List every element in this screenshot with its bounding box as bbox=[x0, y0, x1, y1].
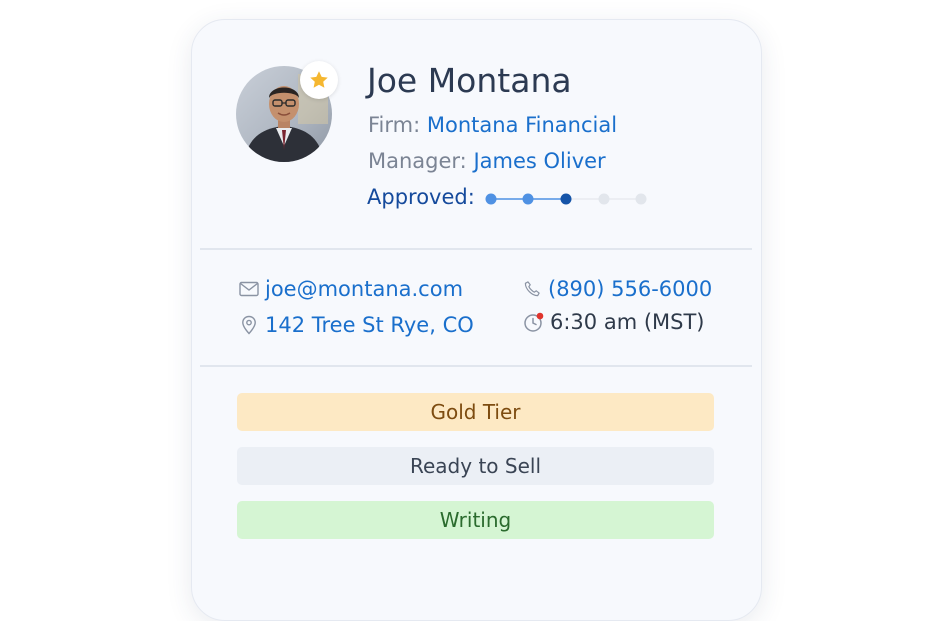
phone-row: (890) 556-6000 bbox=[521, 275, 712, 303]
mail-icon bbox=[238, 278, 260, 300]
progress-step-current bbox=[560, 193, 572, 205]
progress-step-done bbox=[485, 193, 497, 205]
firm-label: Firm: bbox=[368, 113, 421, 137]
agent-name: Joe Montana bbox=[367, 61, 572, 100]
local-time-text: 6:30 am (MST) bbox=[550, 310, 705, 334]
address-link[interactable]: 142 Tree St Rye, CO bbox=[265, 311, 474, 339]
progress-step-pending bbox=[598, 193, 610, 205]
manager-link[interactable]: James Oliver bbox=[473, 149, 605, 173]
phone-link[interactable]: (890) 556-6000 bbox=[548, 275, 712, 303]
firm-row: Firm: Montana Financial bbox=[368, 111, 617, 139]
clock-icon bbox=[523, 311, 545, 333]
address-row: 142 Tree St Rye, CO bbox=[238, 311, 474, 339]
email-link[interactable]: joe@montana.com bbox=[265, 275, 463, 303]
local-time-row: 6:30 am (MST) bbox=[523, 308, 705, 336]
progress-step-pending bbox=[635, 193, 647, 205]
email-row: joe@montana.com bbox=[238, 275, 463, 303]
manager-label: Manager: bbox=[368, 149, 467, 173]
approved-label: Approved: bbox=[367, 185, 475, 209]
avatar-container[interactable] bbox=[236, 61, 338, 162]
agent-profile-card: Joe Montana Firm: Montana Financial Mana… bbox=[191, 19, 762, 621]
star-icon bbox=[310, 71, 328, 88]
location-pin-icon bbox=[238, 314, 260, 336]
phone-icon bbox=[521, 278, 543, 300]
firm-link[interactable]: Montana Financial bbox=[427, 113, 617, 137]
tag-gold-tier: Gold Tier bbox=[237, 393, 714, 431]
section-divider bbox=[200, 248, 752, 250]
manager-row: Manager: James Oliver bbox=[368, 147, 606, 175]
tag-ready-to-sell: Ready to Sell bbox=[237, 447, 714, 485]
section-divider bbox=[200, 365, 752, 367]
approval-progress bbox=[485, 193, 647, 205]
favorite-badge[interactable] bbox=[300, 61, 338, 99]
progress-step-done bbox=[522, 193, 534, 205]
tag-writing: Writing bbox=[237, 501, 714, 539]
